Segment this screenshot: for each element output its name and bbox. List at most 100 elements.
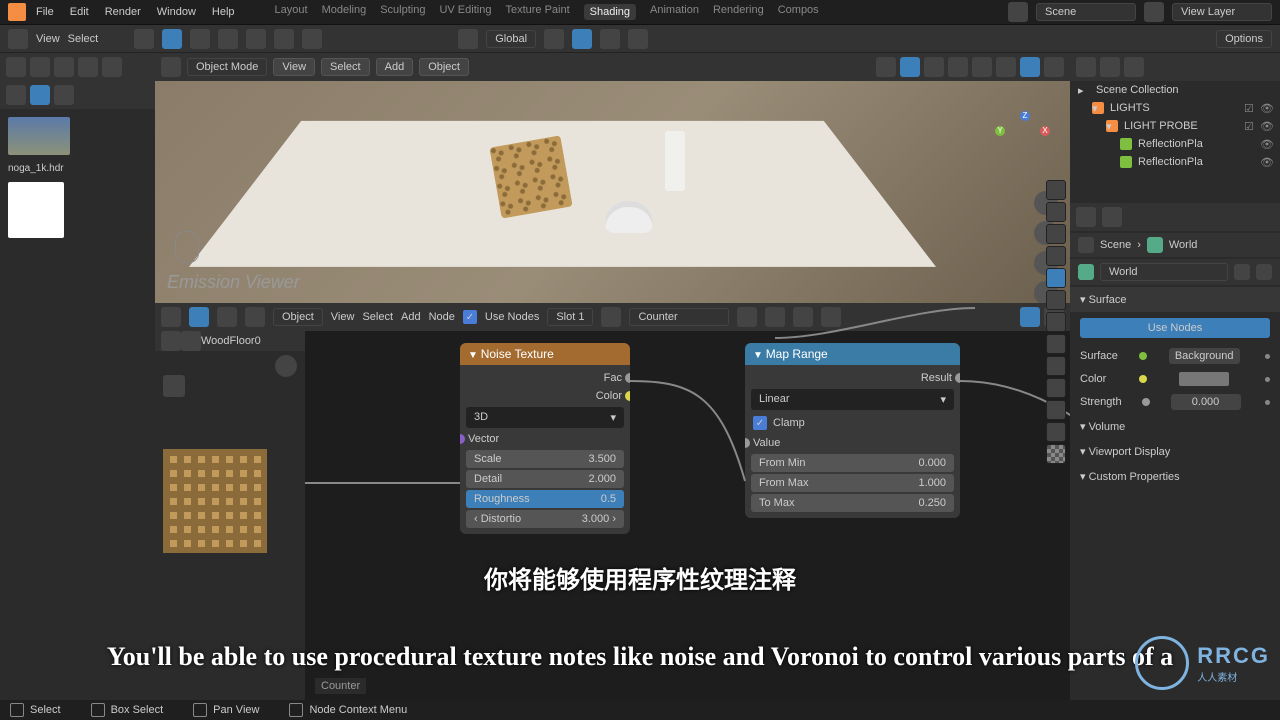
snap-tool-1-icon[interactable] [190, 29, 210, 49]
surface-panel-header[interactable]: Surface [1070, 287, 1280, 312]
undo-icon[interactable] [6, 57, 26, 77]
node-pan-hand-icon[interactable] [163, 375, 185, 397]
volume-panel-header[interactable]: Volume [1070, 414, 1280, 439]
socket-value-in[interactable] [745, 438, 750, 448]
filter-icon[interactable] [54, 85, 74, 105]
gizmo-x-axis[interactable]: X [1040, 126, 1050, 136]
shader-type-dropdown[interactable]: Object [273, 308, 323, 326]
use-nodes-button[interactable]: Use Nodes [1080, 318, 1270, 338]
visibility-icon[interactable] [876, 57, 896, 77]
workspace-shading[interactable]: Shading [584, 4, 636, 20]
editor-type-shader-icon[interactable] [161, 307, 181, 327]
maprange-frommax-field[interactable]: From Max1.000 [751, 474, 954, 492]
workspace-animation[interactable]: Animation [650, 4, 699, 20]
workspace-rendering[interactable]: Rendering [713, 4, 764, 20]
viewlayer-field[interactable]: View Layer [1172, 3, 1272, 21]
orientation-icon[interactable] [458, 29, 478, 49]
clamp-checkbox[interactable]: ✓ [753, 416, 767, 430]
noise-scale-field[interactable]: Scale3.500 [466, 450, 624, 468]
outliner-reflection-2[interactable]: ReflectionPla👁 [1070, 153, 1280, 171]
outliner-lights[interactable]: ▾LIGHTS☑👁 [1070, 99, 1280, 117]
node-title-noise[interactable]: Noise Texture [460, 343, 630, 365]
world-color-swatch[interactable] [1179, 372, 1229, 386]
socket-fac-out[interactable] [625, 373, 630, 383]
viewlayer-icon[interactable] [1144, 2, 1164, 22]
outliner-reflection-1[interactable]: ReflectionPla👁 [1070, 135, 1280, 153]
props-tab-particle[interactable] [1046, 334, 1066, 354]
workspace-sculpting[interactable]: Sculpting [380, 4, 425, 20]
material-slot-dropdown[interactable]: Slot 1 [547, 308, 593, 326]
menu-file[interactable]: File [36, 6, 54, 18]
menu-edit[interactable]: Edit [70, 6, 89, 18]
props-tab-output[interactable] [1046, 202, 1066, 222]
prop-edit-icon[interactable] [628, 29, 648, 49]
snap-tool-2-icon[interactable] [218, 29, 238, 49]
snap-tool-4-icon[interactable] [274, 29, 294, 49]
world-new-icon[interactable] [1234, 264, 1250, 280]
world-datablock-field[interactable]: World [1100, 263, 1228, 281]
props-search-icon[interactable] [1102, 207, 1122, 227]
pivot-icon[interactable] [544, 29, 564, 49]
search-icon[interactable] [6, 85, 26, 105]
maprange-frommin-field[interactable]: From Min0.000 [751, 454, 954, 472]
node-noise-texture[interactable]: Noise Texture Fac Color 3D▾ Vector Scale… [460, 343, 630, 534]
shading-rendered-icon[interactable] [1044, 57, 1064, 77]
overlay-toggle-icon[interactable] [924, 57, 944, 77]
shader-type-icon[interactable] [245, 307, 265, 327]
material-name-field[interactable]: Counter [629, 308, 729, 326]
snap-toggle-icon[interactable] [572, 29, 592, 49]
node-map-range[interactable]: Map Range Result Linear▾ ✓Clamp Value Fr… [745, 343, 960, 518]
editor-type-3dview-icon[interactable] [161, 57, 181, 77]
surface-type-dropdown[interactable]: Background [1169, 348, 1240, 364]
blank-thumbnail[interactable] [8, 182, 64, 238]
cursor-tool-icon[interactable] [134, 29, 154, 49]
custom-props-panel-header[interactable]: Custom Properties [1070, 464, 1280, 489]
workspace-modeling[interactable]: Modeling [322, 4, 367, 20]
gizmo-y-axis[interactable]: Y [995, 126, 1005, 136]
props-tab-constraint[interactable] [1046, 378, 1066, 398]
nav-prev-icon[interactable] [54, 57, 74, 77]
nav-refresh-icon[interactable] [78, 57, 98, 77]
node-zoom-icon[interactable] [275, 355, 297, 377]
noise-dimensions-dropdown[interactable]: 3D▾ [466, 407, 624, 428]
shading-wire-icon[interactable] [972, 57, 992, 77]
gizmo-toggle-icon[interactable] [900, 57, 920, 77]
material-copy-icon[interactable] [765, 307, 785, 327]
material-unlink-icon[interactable] [793, 307, 813, 327]
node-snap-icon[interactable] [1020, 307, 1040, 327]
node-select-menu[interactable]: Select [362, 311, 393, 323]
props-tab-material[interactable] [1046, 422, 1066, 442]
noise-detail-field[interactable]: Detail2.000 [466, 470, 624, 488]
props-tab-viewlayer[interactable] [1046, 224, 1066, 244]
noise-roughness-field[interactable]: Roughness0.5 [466, 490, 624, 508]
vp-add-menu[interactable]: Add [376, 58, 414, 76]
gizmo-z-axis[interactable]: Z [1020, 111, 1030, 121]
view-menu[interactable]: View [36, 33, 60, 45]
material-new-icon[interactable] [737, 307, 757, 327]
vp-object-menu[interactable]: Object [419, 58, 469, 76]
select-menu[interactable]: Select [68, 33, 99, 45]
world-unlink-icon[interactable] [1256, 264, 1272, 280]
props-tab-object[interactable] [1046, 290, 1066, 310]
redo-icon[interactable] [30, 57, 50, 77]
props-tab-modifier[interactable] [1046, 312, 1066, 332]
interaction-mode-dropdown[interactable]: Object Mode [187, 58, 267, 76]
outliner-light-probe[interactable]: ▾LIGHT PROBE☑👁 [1070, 117, 1280, 135]
vp-view-menu[interactable]: View [273, 58, 315, 76]
socket-result-out[interactable] [955, 373, 960, 383]
noise-distortion-field[interactable]: ‹ Distortio3.000 › [466, 510, 624, 528]
filebrowse-icon[interactable] [8, 29, 28, 49]
snap-type-icon[interactable] [600, 29, 620, 49]
props-tab-data[interactable] [1046, 400, 1066, 420]
3d-viewport-scene[interactable]: Emission Viewer Z Y X [155, 81, 1070, 303]
node-node-menu[interactable]: Node [429, 311, 455, 323]
workspace-texture-paint[interactable]: Texture Paint [505, 4, 569, 20]
display-mode-icon[interactable] [30, 85, 50, 105]
node-link-tool-icon[interactable] [217, 307, 237, 327]
vp-select-menu[interactable]: Select [321, 58, 370, 76]
viewport-display-panel-header[interactable]: Viewport Display [1070, 439, 1280, 464]
world-breadcrumb-icon[interactable] [1147, 237, 1163, 253]
node-title-maprange[interactable]: Map Range [745, 343, 960, 365]
node-side-img-icon[interactable] [181, 331, 201, 351]
socket-color-out[interactable] [625, 391, 630, 401]
